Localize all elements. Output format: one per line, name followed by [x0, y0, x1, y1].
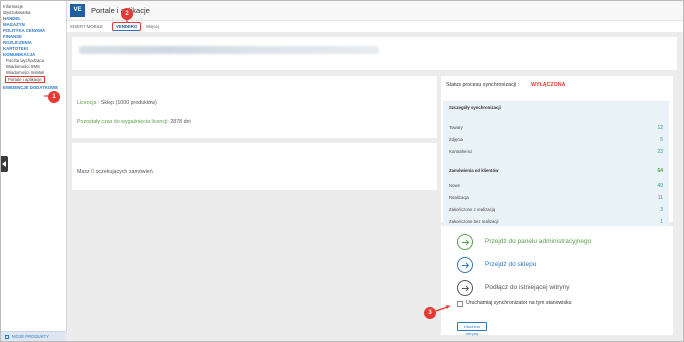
callout-arrows: [44, 20, 451, 312]
